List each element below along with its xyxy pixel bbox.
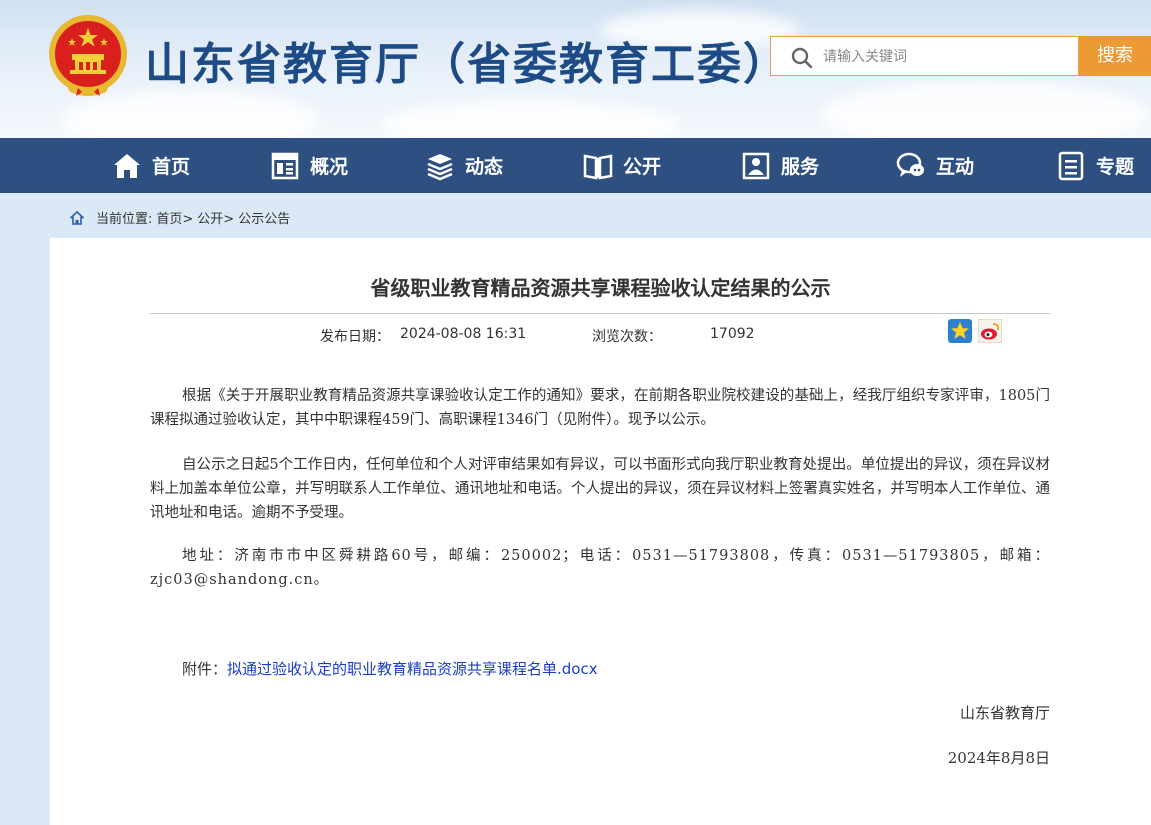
nav-item-overview[interactable]: 概况: [270, 138, 348, 193]
breadcrumb-open-link[interactable]: 公开>: [197, 208, 234, 227]
open-book-icon: [583, 154, 613, 179]
sign-date: 2024年8月8日: [947, 749, 1050, 767]
nav-item-open[interactable]: 公开: [583, 138, 661, 193]
nav-label: 公开: [623, 156, 662, 178]
nav-label: 首页: [152, 156, 191, 178]
topic-icon: [1058, 151, 1084, 180]
contact-paragraph: 地址：济南市市中区舜耕路60号，邮编：250002；电话：0531—517938…: [150, 548, 1050, 588]
share-weibo-icon[interactable]: [978, 319, 1002, 343]
nav-item-service[interactable]: 服务: [741, 138, 819, 193]
search-icon: [791, 47, 813, 69]
nav-item-topics[interactable]: 专题: [1056, 138, 1134, 193]
main-nav: 首页 概况 动态 公开 服务 互动 专题: [0, 138, 1151, 193]
home-small-icon: [70, 210, 84, 225]
signature: 山东省教育厅: [959, 704, 1050, 722]
breadcrumb-home-link[interactable]: 首页>: [156, 208, 193, 227]
nav-label: 动态: [465, 156, 504, 178]
search-button[interactable]: 搜索: [1079, 36, 1151, 76]
attachment: 附件：拟通过验收认定的职业教育精品资源共享课程名单.docx: [182, 658, 598, 679]
national-emblem-logo[interactable]: [48, 14, 128, 98]
breadcrumb-notices-link[interactable]: 公示公告: [238, 208, 290, 227]
article-title: 省级职业教育精品资源共享课程验收认定结果的公示: [370, 276, 831, 300]
breadcrumb: 当前位置: 首页> 公开> 公示公告: [70, 208, 294, 227]
title-divider: [150, 313, 1050, 314]
attachment-link[interactable]: 拟通过验收认定的职业教育精品资源共享课程名单.docx: [227, 660, 598, 678]
site-title: 山东省教育厅（省委教育工委）: [145, 39, 789, 90]
nav-label: 概况: [310, 156, 349, 178]
nav-label: 服务: [781, 156, 820, 178]
news-stack-icon: [427, 153, 453, 180]
nav-label: 互动: [936, 156, 975, 178]
nav-label: 专题: [1096, 156, 1135, 178]
article-panel: 省级职业教育精品资源共享课程验收认定结果的公示 发布日期： 2024-08-08…: [50, 238, 1151, 825]
search-input[interactable]: [821, 37, 1075, 77]
chat-icon: [896, 152, 924, 177]
service-icon: [742, 152, 770, 179]
breadcrumb-prefix: 当前位置:: [96, 212, 153, 227]
nav-item-news[interactable]: 动态: [425, 138, 503, 193]
nav-item-home[interactable]: 首页: [112, 138, 190, 193]
views-label: 浏览次数：: [592, 329, 662, 345]
share-qzone-icon[interactable]: [948, 319, 972, 343]
views-count: 17092: [710, 326, 755, 342]
search-box: [770, 36, 1079, 77]
nav-item-interaction[interactable]: 互动: [896, 138, 974, 193]
publish-date-label: 发布日期：: [320, 329, 390, 345]
article-paragraph: 根据《关于开展职业教育精品资源共享课验收认定工作的通知》要求，在前期各职业院校建…: [150, 388, 1050, 428]
home-icon: [114, 153, 140, 178]
article-paragraph: 自公示之日起5个工作日内，任何单位和个人对评审结果如有异议，可以书面形式向我厅职…: [150, 457, 1050, 521]
overview-icon: [271, 152, 299, 179]
attachment-label: 附件：: [182, 660, 228, 678]
publish-date: 2024-08-08 16:31: [400, 326, 527, 342]
